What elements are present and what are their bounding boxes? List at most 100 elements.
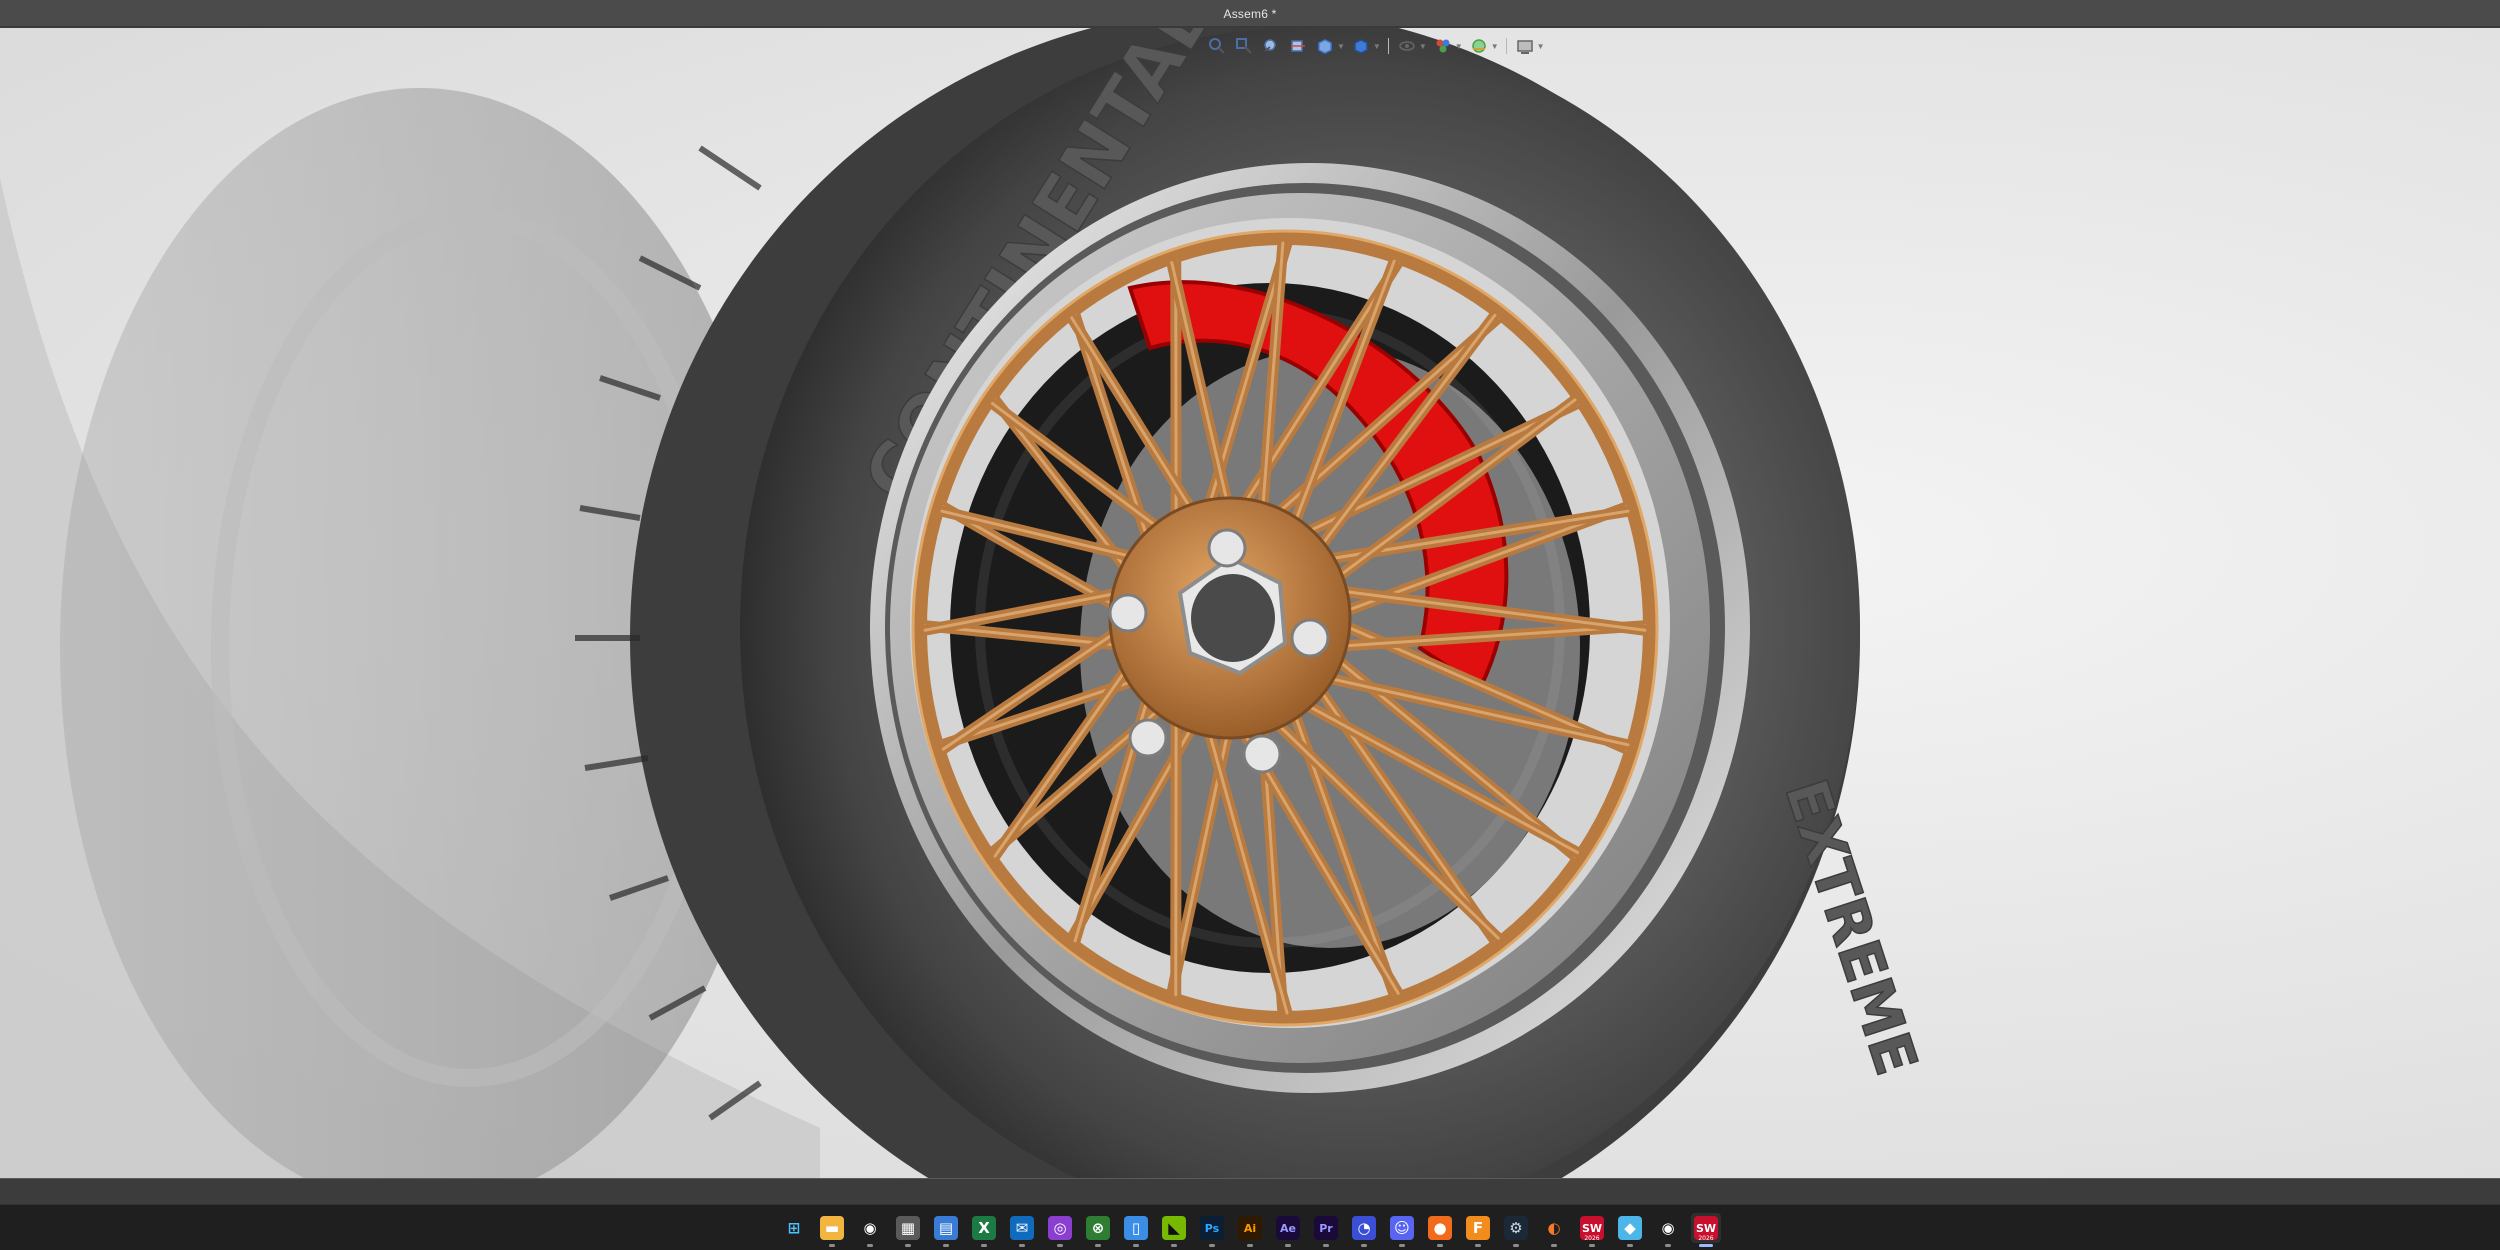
running-indicator xyxy=(1665,1244,1671,1247)
fusion-icon: F xyxy=(1466,1216,1490,1240)
view-orientation-dropdown-icon[interactable]: ▼ xyxy=(1337,42,1345,51)
view-orientation-icon[interactable] xyxy=(1314,35,1336,57)
window-title: Assem6 * xyxy=(1223,7,1277,21)
origin-icon: ● xyxy=(1428,1216,1452,1240)
photoshop-app[interactable]: Ps xyxy=(1197,1213,1227,1247)
illustrator-icon: Ai xyxy=(1238,1216,1262,1240)
file-explorer-app[interactable]: ▬ xyxy=(817,1213,847,1247)
camera-icon: ◎ xyxy=(1048,1216,1072,1240)
store-app[interactable]: ▤ xyxy=(931,1213,961,1247)
running-indicator xyxy=(1247,1244,1253,1247)
running-indicator xyxy=(1171,1244,1177,1247)
running-indicator xyxy=(1399,1244,1405,1247)
xbox-app[interactable]: ⊗ xyxy=(1083,1213,1113,1247)
discord-app[interactable]: ☺ xyxy=(1387,1213,1417,1247)
zoom-to-fit-icon[interactable] xyxy=(1206,35,1228,57)
graphics-viewport[interactable]: CONTINENTAL EXTREME xyxy=(0,28,2500,1178)
running-indicator xyxy=(1551,1244,1557,1247)
app-label: Ai xyxy=(1243,1221,1257,1235)
after-effects-icon: Ae xyxy=(1276,1216,1300,1240)
gauge-icon: ◔ xyxy=(1352,1216,1376,1240)
outlook-app[interactable]: ✉ xyxy=(1007,1213,1037,1247)
chrome-icon: ◉ xyxy=(1656,1216,1680,1240)
app-label: SW xyxy=(1695,1221,1717,1235)
app-version-label: 2026 xyxy=(1698,1235,1714,1242)
notepad-app[interactable]: ▯ xyxy=(1121,1213,1151,1247)
solidworks-2026-app-active[interactable]: SW 2026 xyxy=(1691,1213,1721,1247)
hide-show-items-icon[interactable] xyxy=(1396,35,1418,57)
start-button[interactable]: ⊞ xyxy=(779,1213,809,1243)
running-indicator xyxy=(981,1244,987,1247)
heads-up-view-toolbar: ▼ ▼ ▼ ▼ ▼ ▼ xyxy=(1200,32,1551,60)
chrome-icon: ◉ xyxy=(858,1216,882,1240)
origin-app[interactable]: ● xyxy=(1425,1213,1455,1247)
calculator-app[interactable]: ▦ xyxy=(893,1213,923,1247)
mail-icon: ✉ xyxy=(1010,1216,1034,1240)
title-bar[interactable]: Assem6 * xyxy=(0,0,2500,28)
taskbar-app-list: ⊞ ▬ ◉ ▦ ▤ X ✉ ◎ ⊗ ▯ ◣ Ps Ai Ae Pr ◔ ☺ ● F ⚙ ◐ SW 2026 ◆ ◉ SW 2026 xyxy=(779,1213,1721,1247)
fusion-app[interactable]: F xyxy=(1463,1213,1493,1247)
apply-scene-icon[interactable] xyxy=(1468,35,1490,57)
running-indicator xyxy=(905,1244,911,1247)
hide-show-dropdown-icon[interactable]: ▼ xyxy=(1419,42,1427,51)
xbox-icon: ⊗ xyxy=(1086,1216,1110,1240)
toolbar-separator xyxy=(1505,38,1507,54)
running-indicator xyxy=(1627,1244,1633,1247)
chrome-app-2[interactable]: ◉ xyxy=(1653,1213,1683,1247)
zoom-to-area-icon[interactable] xyxy=(1233,35,1255,57)
chrome-app[interactable]: ◉ xyxy=(855,1213,885,1247)
view-settings-icon[interactable] xyxy=(1514,35,1536,57)
lightroom-app[interactable]: ◔ xyxy=(1349,1213,1379,1247)
steam-app[interactable]: ⚙ xyxy=(1501,1213,1531,1247)
view-settings-dropdown-icon[interactable]: ▼ xyxy=(1537,42,1545,51)
running-indicator xyxy=(1699,1244,1713,1247)
discord-icon: ☺ xyxy=(1390,1216,1414,1240)
premiere-icon: Pr xyxy=(1314,1216,1338,1240)
app-label: SW xyxy=(1581,1221,1603,1235)
running-indicator xyxy=(829,1244,835,1247)
app-label: Ae xyxy=(1280,1221,1296,1235)
running-indicator xyxy=(1323,1244,1329,1247)
folder-icon: ▬ xyxy=(820,1216,844,1240)
display-style-dropdown-icon[interactable]: ▼ xyxy=(1373,42,1381,51)
running-indicator xyxy=(1019,1244,1025,1247)
edit-appearance-icon[interactable] xyxy=(1432,35,1454,57)
excel-icon: X xyxy=(972,1216,996,1240)
document-icon: ▯ xyxy=(1124,1216,1148,1240)
running-indicator xyxy=(1589,1244,1595,1247)
status-bar xyxy=(0,1178,2500,1205)
display-style-icon[interactable] xyxy=(1350,35,1372,57)
premiere-app[interactable]: Pr xyxy=(1311,1213,1341,1247)
app-label: Ps xyxy=(1204,1221,1220,1235)
solidworks-2026-app[interactable]: SW 2026 xyxy=(1577,1213,1607,1247)
after-effects-app[interactable]: Ae xyxy=(1273,1213,1303,1247)
nvidia-icon: ◣ xyxy=(1162,1216,1186,1240)
running-indicator xyxy=(943,1244,949,1247)
tire-model-lettering: EXTREME xyxy=(1772,771,1931,1083)
photoshop-icon: Ps xyxy=(1200,1216,1224,1240)
windows-icon: ⊞ xyxy=(782,1216,806,1240)
wheel-assembly-render[interactable]: CONTINENTAL EXTREME xyxy=(0,28,2500,1178)
running-indicator xyxy=(1513,1244,1519,1247)
illustrator-app[interactable]: Ai xyxy=(1235,1213,1265,1247)
steam-icon: ⚙ xyxy=(1504,1216,1528,1240)
edit-appearance-dropdown-icon[interactable]: ▼ xyxy=(1455,42,1463,51)
app-label: Pr xyxy=(1319,1221,1333,1235)
keyshot-app[interactable]: ◆ xyxy=(1615,1213,1645,1247)
apply-scene-dropdown-icon[interactable]: ▼ xyxy=(1491,42,1499,51)
camera-app[interactable]: ◎ xyxy=(1045,1213,1075,1247)
toolbar-separator xyxy=(1387,38,1389,54)
nvidia-app[interactable]: ◣ xyxy=(1159,1213,1189,1247)
application: Assem6 * EXTREME ▼ ▼ ▼ ▼ ▼ ▼ ⊞ ▬ ◉ ▦ ▤ X… xyxy=(0,0,2500,1250)
running-indicator xyxy=(1285,1244,1291,1247)
store-icon: ▤ xyxy=(934,1216,958,1240)
previous-view-icon[interactable] xyxy=(1260,35,1282,57)
blender-icon: ◐ xyxy=(1542,1216,1566,1240)
windows-taskbar: ⊞ ▬ ◉ ▦ ▤ X ✉ ◎ ⊗ ▯ ◣ Ps Ai Ae Pr ◔ ☺ ● F ⚙ ◐ SW 2026 ◆ ◉ SW 2026 xyxy=(0,1204,2500,1250)
center-bore xyxy=(1191,574,1275,662)
running-indicator xyxy=(1133,1244,1139,1247)
cube-icon: ◆ xyxy=(1618,1216,1642,1240)
excel-app[interactable]: X xyxy=(969,1213,999,1247)
blender-app[interactable]: ◐ xyxy=(1539,1213,1569,1247)
section-view-icon[interactable] xyxy=(1287,35,1309,57)
